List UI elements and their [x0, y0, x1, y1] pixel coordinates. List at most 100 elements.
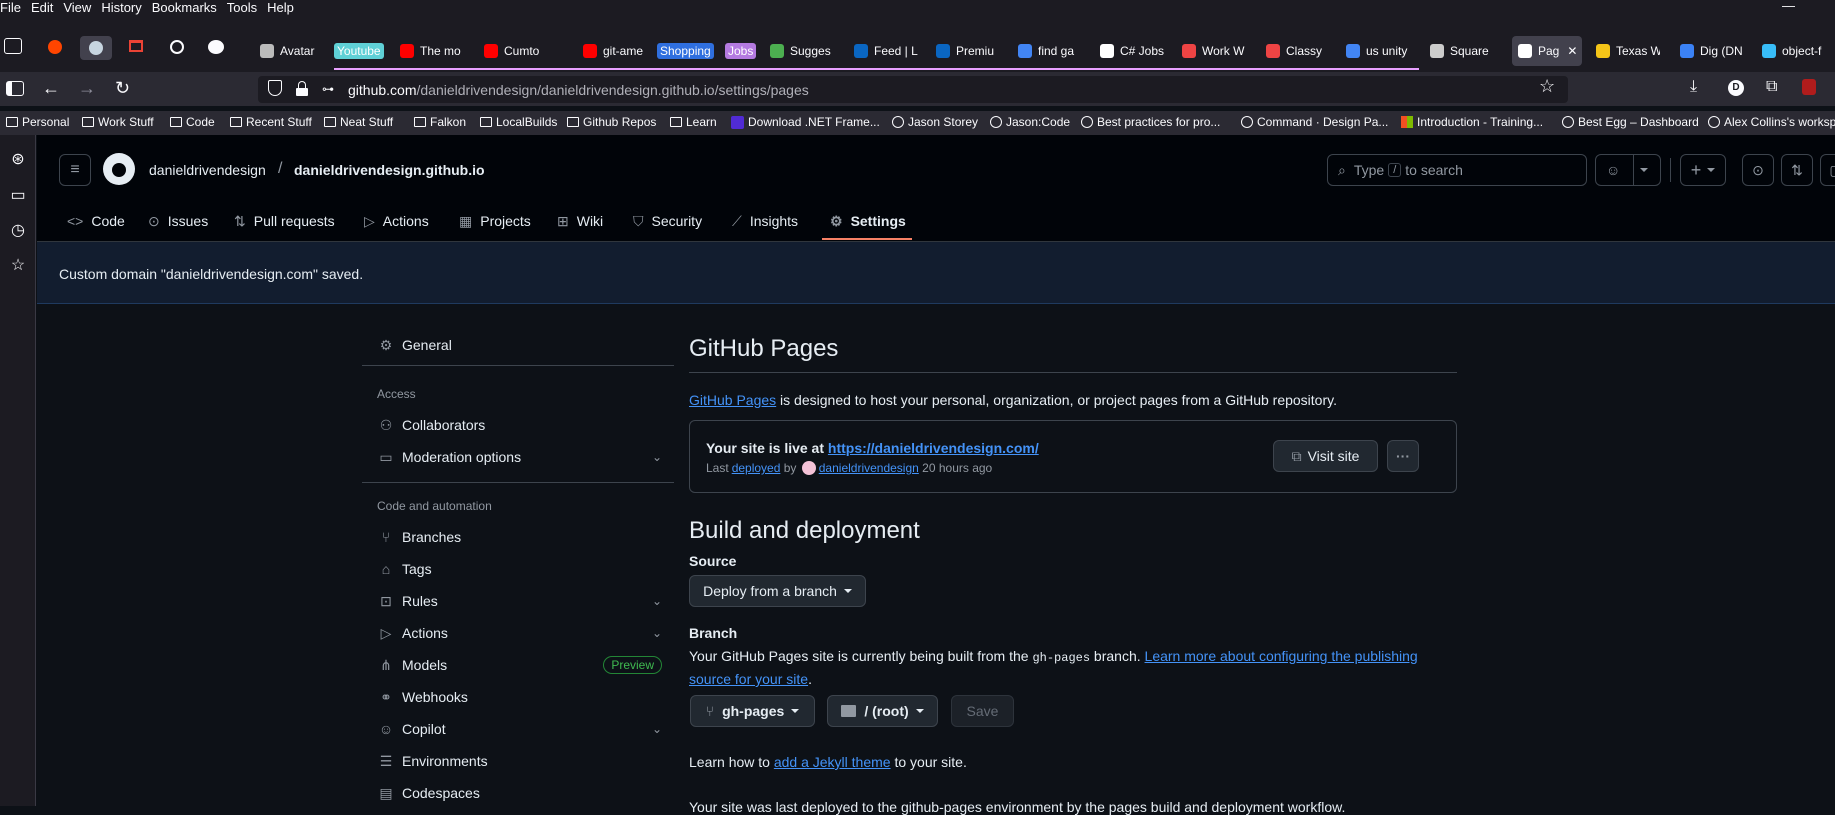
browser-tab[interactable]: Pag ✕: [1512, 36, 1582, 66]
ublock-icon[interactable]: [1802, 79, 1816, 95]
close-tab-icon[interactable]: ✕: [1567, 44, 1577, 58]
tab-wiki[interactable]: ⊞ Wiki: [557, 210, 603, 232]
browser-tab[interactable]: Classy: [1266, 36, 1330, 66]
bookmark-item[interactable]: Jason:Code: [990, 115, 1070, 129]
bookmarks-icon[interactable]: ☆: [8, 255, 28, 275]
browser-tab[interactable]: C# Jobs: [1100, 36, 1164, 66]
bookmark-item[interactable]: Best practices for pro...: [1081, 115, 1220, 129]
extensions-icon[interactable]: ⧉: [1766, 78, 1777, 96]
github-logo-icon[interactable]: [103, 153, 135, 185]
bookmark-item[interactable]: Recent Stuff: [230, 115, 312, 129]
bookmark-item[interactable]: Github Repos: [567, 115, 656, 129]
pull-requests-button[interactable]: ⇅: [1781, 154, 1813, 186]
bookmark-item[interactable]: Alex Collins's worksp...: [1708, 115, 1835, 129]
inbox-button[interactable]: ▢: [1820, 154, 1835, 186]
menu-file[interactable]: File: [0, 0, 21, 16]
browser-tab[interactable]: Feed | L: [854, 36, 918, 66]
browser-tab[interactable]: Jobs: [725, 36, 757, 66]
nav-moderation-options[interactable]: ▭ Moderation options ⌄: [378, 443, 662, 471]
sidebar-toggle-icon[interactable]: [6, 81, 24, 96]
browser-tab[interactable]: The mo: [400, 36, 464, 66]
tab-security[interactable]: ⛉ Security: [633, 210, 702, 232]
lock-icon[interactable]: [296, 81, 308, 96]
reload-icon[interactable]: ↻: [115, 78, 130, 99]
save-button[interactable]: Save: [951, 695, 1014, 727]
bookmark-item[interactable]: Download .NET Frame...: [731, 115, 880, 129]
nav-codespaces[interactable]: ▤ Codespaces: [378, 779, 662, 807]
bookmark-item[interactable]: Command · Design Pa...: [1241, 115, 1388, 129]
bookmark-item[interactable]: Work Stuff: [82, 115, 154, 129]
browser-tab[interactable]: Sugges: [770, 36, 834, 66]
nav-actions[interactable]: ▷ Actions ⌄: [378, 619, 662, 647]
browser-tab[interactable]: Square: [1430, 36, 1494, 66]
bookmark-star-icon[interactable]: ☆: [1539, 76, 1555, 97]
copilot-button[interactable]: ☺: [1595, 154, 1661, 186]
back-icon[interactable]: ←: [42, 78, 60, 99]
branch-select-button[interactable]: ⑂ gh-pages: [690, 695, 815, 727]
repo-owner-link[interactable]: danieldrivendesign: [149, 162, 266, 178]
nav-collaborators[interactable]: ⚇ Collaborators: [378, 411, 662, 439]
bookmark-item[interactable]: Introduction - Training...: [1401, 115, 1543, 129]
menu-history[interactable]: History: [101, 0, 141, 16]
bookmark-item[interactable]: LocalBuilds: [480, 115, 557, 129]
source-dropdown[interactable]: Deploy from a branch: [689, 575, 866, 607]
shield-icon[interactable]: [268, 80, 282, 96]
hamburger-menu-button[interactable]: ≡: [59, 154, 91, 186]
deployed-link[interactable]: deployed: [732, 461, 781, 475]
tab-insights[interactable]: ⟋ Insights: [732, 210, 798, 232]
tab-projects[interactable]: ▦ Projects: [459, 210, 531, 232]
browser-tab[interactable]: Cumto: [484, 36, 566, 66]
search-input[interactable]: ⌕ Type / to search: [1327, 154, 1587, 186]
bookmark-item[interactable]: Falkon: [414, 115, 466, 129]
repo-name-link[interactable]: danieldrivendesign.github.io: [294, 162, 485, 178]
tab-actions[interactable]: ▷ Actions: [364, 210, 429, 232]
nav-copilot[interactable]: ☺ Copilot ⌄: [378, 715, 662, 743]
download-icon[interactable]: ⤓: [1690, 78, 1697, 96]
issues-button[interactable]: ⊙: [1742, 154, 1774, 186]
menu-bookmarks[interactable]: Bookmarks: [152, 0, 217, 16]
nav-general[interactable]: ⚙ General: [378, 331, 662, 359]
more-options-button[interactable]: ···: [1387, 440, 1419, 472]
live-site-link[interactable]: https://danieldrivendesign.com/: [828, 440, 1039, 456]
browser-tab[interactable]: Youtube: [334, 36, 386, 66]
nav-rules[interactable]: ⊡ Rules ⌄: [378, 587, 662, 615]
browser-tab[interactable]: Texas W: [1596, 36, 1660, 66]
menu-tools[interactable]: Tools: [227, 0, 257, 16]
menu-help[interactable]: Help: [267, 0, 294, 16]
url-text[interactable]: github.com/danieldrivendesign/danieldriv…: [348, 82, 809, 98]
tab-settings[interactable]: ⚙ Settings: [830, 210, 906, 232]
account-avatar[interactable]: D: [1728, 80, 1744, 96]
browser-tab[interactable]: us unity: [1346, 36, 1410, 66]
learn-more-link[interactable]: Learn more about configuring the publish…: [1145, 648, 1418, 664]
folder-select-button[interactable]: / (root): [827, 695, 938, 727]
history-icon[interactable]: ◷: [8, 220, 28, 240]
bookmark-item[interactable]: Jason Storey: [892, 115, 978, 129]
tab-pull-requests[interactable]: ⇅ Pull requests: [234, 210, 335, 232]
nav-webhooks[interactable]: ⚭ Webhooks: [378, 683, 662, 711]
learn-more-link[interactable]: source for your site: [689, 671, 808, 687]
create-new-button[interactable]: +: [1680, 154, 1726, 186]
forward-icon[interactable]: →: [78, 78, 96, 99]
nav-environments[interactable]: ☰ Environments: [378, 747, 662, 775]
jekyll-theme-link[interactable]: add a Jekyll theme: [774, 754, 891, 770]
bookmark-item[interactable]: Code: [170, 115, 215, 129]
browser-tab[interactable]: Avatar: [260, 36, 320, 66]
browser-tab[interactable]: find ga: [1018, 36, 1082, 66]
user-link[interactable]: danieldrivendesign: [819, 461, 919, 475]
browser-tab[interactable]: Dig (DN: [1680, 36, 1744, 66]
visit-site-button[interactable]: ⧉ Visit site: [1273, 440, 1378, 472]
permissions-icon[interactable]: ⊶: [322, 82, 334, 96]
bookmark-item[interactable]: Neat Stuff: [324, 115, 393, 129]
tab-issues[interactable]: ⊙ Issues: [148, 210, 208, 232]
nav-branches[interactable]: ⑂ Branches: [378, 523, 662, 551]
ai-chat-icon[interactable]: ⊛: [8, 149, 28, 169]
menu-view[interactable]: View: [63, 0, 91, 16]
browser-tab[interactable]: git-ame: [583, 36, 647, 66]
menu-edit[interactable]: Edit: [31, 0, 53, 16]
bookmark-item[interactable]: Learn: [670, 115, 717, 129]
nav-models[interactable]: ⋔ Models Preview: [378, 651, 662, 679]
nav-tags[interactable]: ⌂ Tags: [378, 555, 662, 583]
minimize-icon[interactable]: —: [1782, 0, 1795, 14]
browser-tab[interactable]: object-f: [1762, 36, 1835, 66]
synced-tabs-icon[interactable]: ▭: [8, 185, 28, 205]
